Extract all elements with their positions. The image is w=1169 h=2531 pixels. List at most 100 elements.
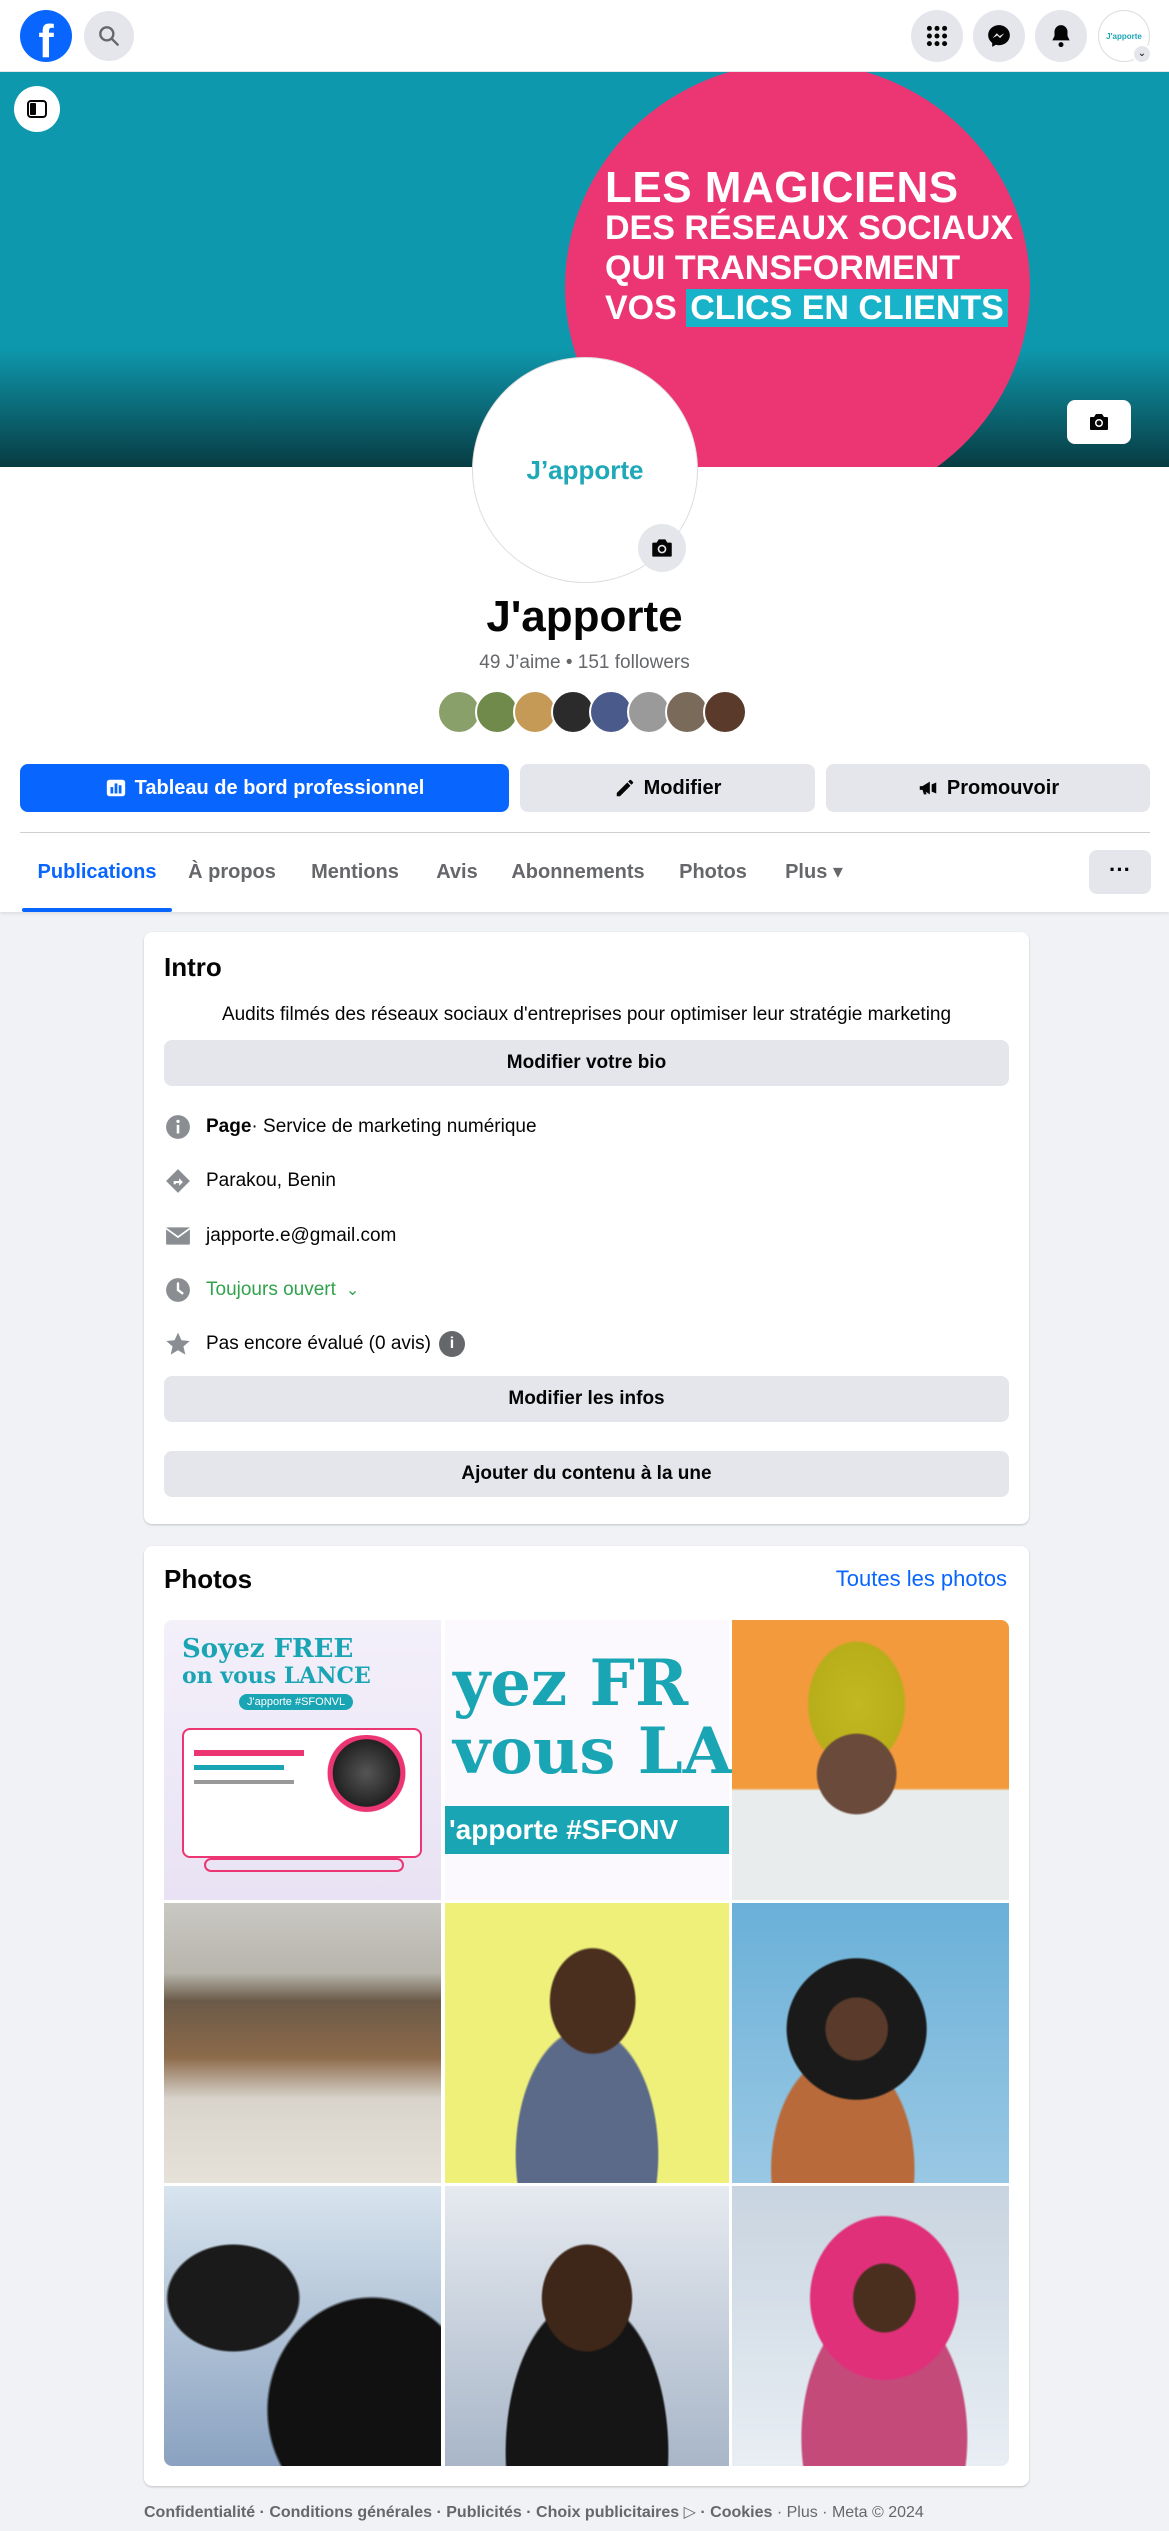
profile-tabs: Publications À propos Mentions Avis Abon…	[0, 840, 1169, 912]
photos-title: Photos	[164, 1564, 253, 1594]
info-email: japporte.e@gmail.com	[164, 1221, 396, 1251]
poster-line-1: Soyez FREE	[182, 1634, 354, 1664]
layout-toggle-button[interactable]	[14, 86, 60, 132]
location-text[interactable]: Parakou, Benin	[206, 1170, 336, 1192]
photo-thumbnail[interactable]	[164, 1903, 441, 2183]
envelope-icon	[164, 1222, 192, 1250]
email-text[interactable]: japporte.e@gmail.com	[206, 1225, 396, 1247]
edit-page-button[interactable]: Modifier	[520, 764, 815, 812]
photo-thumbnail[interactable]: yez FR vous LA 'apporte #SFONV	[445, 1620, 733, 1900]
chevron-down-icon[interactable]: ⌄	[1132, 44, 1152, 64]
apps-grid-icon	[926, 25, 948, 47]
tab-more[interactable]: Plus ▾	[776, 840, 852, 912]
page-footer: Confidentialité · Conditions générales ·…	[144, 2502, 924, 2522]
see-all-photos-link[interactable]: Toutes les photos	[836, 1566, 1007, 1592]
panel-icon	[27, 100, 47, 118]
bell-icon	[1052, 25, 1070, 48]
notifications-button[interactable]	[1035, 10, 1087, 62]
poster-line-2: on vous LANCE	[182, 1663, 371, 1689]
add-featured-button[interactable]: Ajouter du contenu à la une	[164, 1451, 1009, 1497]
cover-line-2: DES RÉSEAUX SOCIAUX	[605, 209, 1014, 247]
footer-tail[interactable]: · Plus · Meta © 2024	[772, 2504, 924, 2521]
search-button[interactable]	[84, 11, 134, 61]
page-label: Page	[206, 1116, 252, 1137]
photo-thumbnail[interactable]	[445, 2186, 729, 2466]
photo-grid: Soyez FREE on vous LANCE J'apporte #SFONV…	[164, 1620, 1009, 2466]
info-location: Parakou, Benin	[164, 1166, 336, 1196]
top-navigation-bar: f J'apporte ⌄	[0, 0, 1169, 72]
photo-thumbnail[interactable]: Soyez FREE on vous LANCE J'apporte #SFONV…	[164, 1620, 441, 1900]
messenger-button[interactable]	[973, 10, 1025, 62]
intro-title: Intro	[164, 952, 222, 982]
section-divider	[20, 832, 1150, 833]
photos-card: Photos Toutes les photos Soyez FREE on vo…	[144, 1546, 1029, 2486]
cover-line-3: QUI TRANSFORMENT	[605, 249, 961, 287]
menu-button[interactable]	[911, 10, 963, 62]
edit-cover-button[interactable]	[1067, 400, 1131, 444]
page-category: · Service de marketing numérique	[251, 1116, 537, 1137]
hours-text: Toujours ouvert	[206, 1279, 336, 1300]
poster-text-bar	[194, 1750, 304, 1756]
directions-icon	[164, 1167, 192, 1195]
profile-logo-text: J’apporte	[526, 454, 644, 485]
photo-thumbnail[interactable]	[732, 1903, 1009, 2183]
poster-portrait	[319, 1735, 414, 1830]
camera-icon	[652, 539, 672, 557]
tab-photos[interactable]: Photos	[670, 840, 756, 912]
poster-text-bar	[194, 1765, 284, 1770]
cover-line-4a: VOS	[605, 289, 687, 327]
cover-slogan: LES MAGICIENS DES RÉSEAUX SOCIAUX QUI TR…	[605, 163, 1014, 328]
photo-thumbnail[interactable]	[732, 2186, 1009, 2466]
edit-label: Modifier	[643, 776, 722, 799]
bar-chart-icon	[106, 779, 125, 797]
star-icon	[164, 1330, 192, 1358]
info-hours[interactable]: Toujours ouvert ⌄	[164, 1275, 359, 1305]
page-bio: Audits filmés des réseaux sociaux d'entr…	[221, 1004, 952, 1025]
footer-links[interactable]: Confidentialité · Conditions générales ·…	[144, 2504, 772, 2521]
clock-icon	[164, 1276, 192, 1304]
tab-publications[interactable]: Publications	[22, 840, 172, 912]
poster-title: Soyez FREE on vous LANCE	[182, 1636, 371, 1689]
more-options-button[interactable]: ···	[1089, 850, 1151, 894]
tab-reviews[interactable]: Avis	[428, 840, 486, 912]
info-rating: Pas encore évalué (0 avis) i	[164, 1329, 465, 1359]
follower-avatars[interactable]	[437, 690, 747, 734]
photo-thumbnail[interactable]	[445, 1903, 729, 2183]
dashboard-label: Tableau de bord professionnel	[134, 776, 425, 799]
cover-line-4b: CLICS EN CLIENTS	[686, 289, 1008, 327]
camera-icon	[1090, 414, 1108, 430]
megaphone-icon	[919, 781, 937, 795]
poster-tag: J'apporte #SFONVL	[239, 1694, 354, 1710]
page-stats[interactable]: 49 J’aime • 151 followers	[0, 652, 1169, 674]
photo-thumbnail[interactable]	[164, 2186, 441, 2466]
cover-line-1: LES MAGICIENS	[605, 163, 959, 212]
edit-profile-picture-button[interactable]	[638, 524, 686, 572]
chevron-down-icon: ⌄	[345, 1282, 360, 1299]
poster-big-line-2: vous LA	[453, 1714, 733, 1789]
poster-big-line-1: yez FR	[453, 1646, 689, 1721]
page-title: J'apporte	[486, 592, 683, 641]
tab-mentions[interactable]: Mentions	[305, 840, 405, 912]
poster-text-bar	[194, 1780, 294, 1784]
info-icon	[164, 1113, 192, 1141]
poster-big-banner: 'apporte #SFONV	[445, 1806, 729, 1854]
intro-card: Intro Audits filmés des réseaux sociaux …	[144, 932, 1029, 1524]
photo-thumbnail[interactable]	[732, 1620, 1009, 1900]
edit-bio-button[interactable]: Modifier votre bio	[164, 1040, 1009, 1086]
info-circle-icon[interactable]: i	[438, 1331, 465, 1357]
poster-contact-bar	[204, 1858, 404, 1872]
professional-dashboard-button[interactable]: Tableau de bord professionnel	[20, 764, 509, 812]
tab-subscriptions[interactable]: Abonnements	[507, 840, 649, 912]
rating-text: Pas encore évalué (0 avis)	[206, 1333, 431, 1354]
facebook-logo[interactable]: f	[20, 10, 72, 62]
edit-info-button[interactable]: Modifier les infos	[164, 1376, 1009, 1422]
search-icon	[99, 26, 119, 46]
cover-line-4: VOS CLICS EN CLIENTS	[605, 288, 1013, 328]
messenger-icon	[988, 25, 1010, 47]
promote-button[interactable]: Promouvoir	[826, 764, 1150, 812]
follower-avatar[interactable]	[703, 690, 747, 734]
tab-about[interactable]: À propos	[180, 840, 284, 912]
promote-label: Promouvoir	[946, 776, 1060, 799]
pencil-icon	[616, 779, 633, 797]
info-category: Page · Service de marketing numérique	[164, 1112, 537, 1142]
